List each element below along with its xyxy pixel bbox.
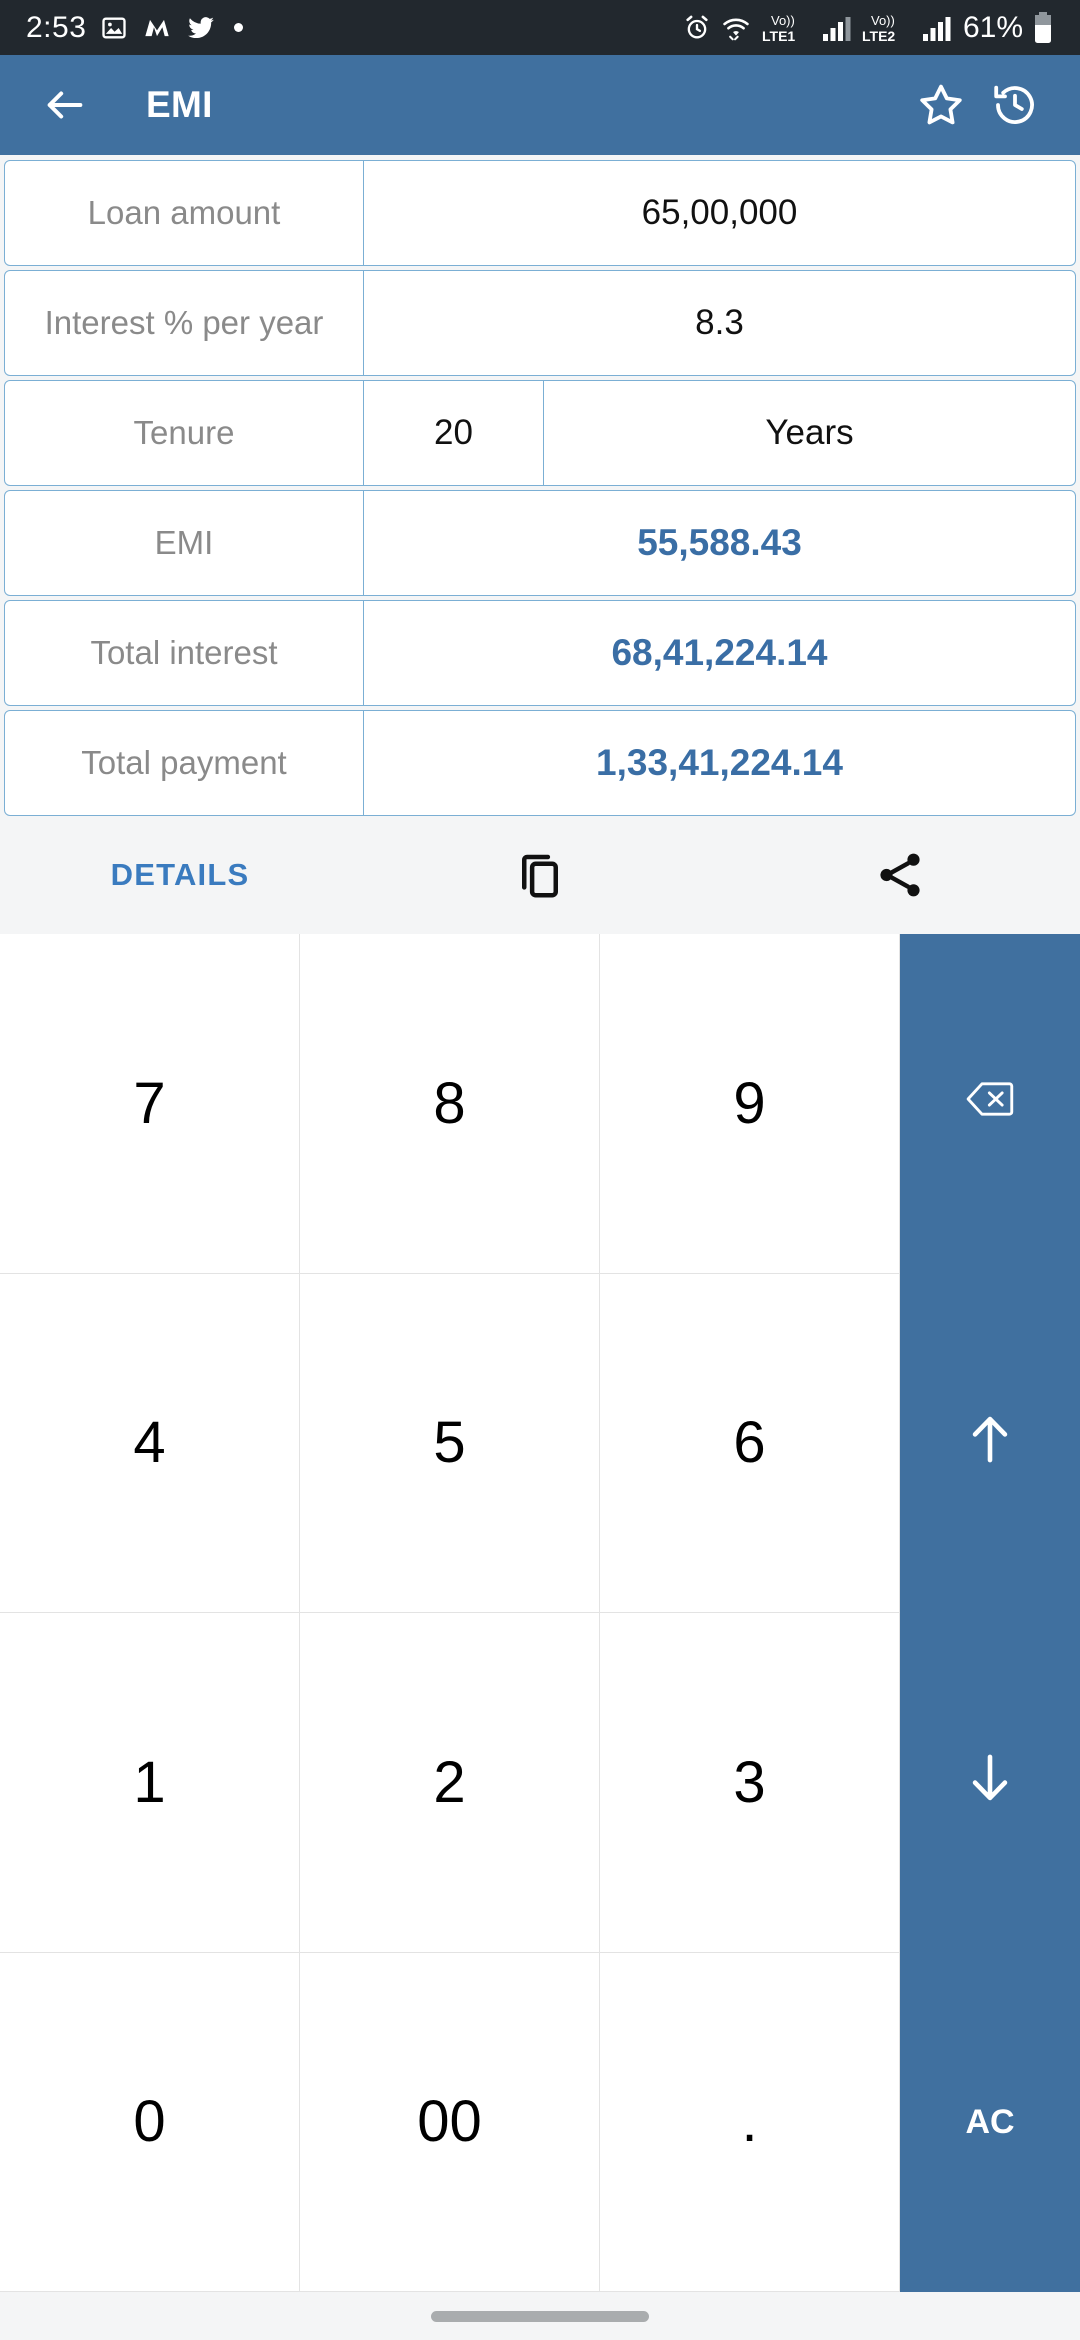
field-label: Interest % per year: [44, 304, 324, 341]
field-value-interest-rate[interactable]: 8.3: [363, 271, 1075, 375]
system-nav-bar: [0, 2292, 1080, 2340]
status-bar-left: 2:53: [26, 10, 244, 45]
status-bar-right: Vo)) LTE1 Vo)) LTE2 61%: [683, 11, 1054, 45]
field-row-loan-amount[interactable]: Loan amount 65,00,000: [4, 160, 1076, 266]
arrow-up-key[interactable]: [900, 1274, 1080, 1614]
key-0[interactable]: 0: [0, 1952, 300, 2292]
key-00[interactable]: 00: [300, 1952, 600, 2292]
action-bar: DETAILS: [0, 816, 1080, 934]
key-5[interactable]: 5: [300, 1273, 600, 1613]
field-label: Total payment: [81, 744, 287, 781]
field-unit-tenure[interactable]: Years: [543, 381, 1075, 485]
copy-icon[interactable]: [360, 848, 720, 902]
page-title: EMI: [146, 84, 213, 125]
field-label: Tenure: [133, 414, 235, 451]
app-bar: EMI: [0, 55, 1080, 155]
twitter-icon: [186, 14, 216, 42]
history-icon[interactable]: [978, 68, 1052, 142]
field-row-tenure[interactable]: Tenure 20 Years: [4, 380, 1076, 486]
details-button[interactable]: DETAILS: [0, 857, 360, 893]
star-icon[interactable]: [904, 68, 978, 142]
field-label: EMI: [154, 524, 214, 561]
svg-text:Vo)): Vo)): [771, 13, 795, 28]
svg-text:LTE1: LTE1: [762, 28, 795, 44]
key-4[interactable]: 4: [0, 1273, 300, 1613]
field-row-total-interest: Total interest 68,41,224.14: [4, 600, 1076, 706]
wifi-icon: [720, 14, 752, 42]
backspace-icon: [966, 1079, 1014, 1128]
key-7[interactable]: 7: [0, 934, 300, 1274]
key-1[interactable]: 1: [0, 1613, 300, 1953]
backspace-key[interactable]: [900, 934, 1080, 1274]
arrow-down-key[interactable]: [900, 1613, 1080, 1953]
key-6[interactable]: 6: [600, 1273, 900, 1613]
field-value-total-payment: 1,33,41,224.14: [363, 711, 1075, 815]
key-8[interactable]: 8: [300, 934, 600, 1274]
keypad: 7 8 9 4 5 6 1 2 3 0 00 . AC: [0, 934, 1080, 2292]
field-row-interest-rate[interactable]: Interest % per year 8.3: [4, 270, 1076, 376]
field-value-loan-amount[interactable]: 65,00,000: [363, 161, 1075, 265]
all-clear-key[interactable]: AC: [900, 1953, 1080, 2293]
field-row-total-payment: Total payment 1,33,41,224.14: [4, 710, 1076, 816]
keypad-side-column: AC: [900, 934, 1080, 2292]
share-icon[interactable]: [720, 848, 1080, 902]
alarm-icon: [683, 14, 711, 42]
key-2[interactable]: 2: [300, 1613, 600, 1953]
app-root: 2:53 Vo)) LTE1 Vo)) LTE2 61% EMI Loan am…: [0, 0, 1080, 2340]
key-9[interactable]: 9: [600, 934, 900, 1274]
keypad-numbers: 7 8 9 4 5 6 1 2 3 0 00 .: [0, 934, 900, 2292]
arrow-down-icon: [967, 1752, 1013, 1813]
volte2-icon: Vo)) LTE2: [861, 11, 913, 45]
signal2-icon: [922, 14, 952, 42]
status-time: 2:53: [26, 10, 87, 44]
gallery-icon: [100, 14, 128, 42]
fields-list: Loan amount 65,00,000 Interest % per yea…: [0, 155, 1080, 816]
back-arrow-icon[interactable]: [28, 68, 102, 142]
field-row-emi: EMI 55,588.43: [4, 490, 1076, 596]
field-value-total-interest: 68,41,224.14: [363, 601, 1075, 705]
status-bar: 2:53 Vo)) LTE1 Vo)) LTE2 61%: [0, 0, 1080, 55]
key-decimal[interactable]: .: [600, 1952, 900, 2292]
arrow-up-icon: [967, 1413, 1013, 1474]
field-value-emi: 55,588.43: [363, 491, 1075, 595]
signal1-icon: [822, 14, 852, 42]
dot-icon: [234, 23, 244, 32]
svg-text:Vo)): Vo)): [871, 13, 895, 28]
key-3[interactable]: 3: [600, 1613, 900, 1953]
field-label: Loan amount: [87, 194, 281, 231]
svg-text:LTE2: LTE2: [862, 28, 895, 44]
field-value-tenure[interactable]: 20: [363, 381, 543, 485]
field-label: Total interest: [90, 634, 278, 671]
home-indicator[interactable]: [431, 2310, 649, 2322]
battery-percent: 61%: [962, 10, 1023, 44]
m-app-icon: [142, 14, 172, 42]
battery-icon: [1032, 11, 1054, 45]
volte1-icon: Vo)) LTE1: [761, 11, 813, 45]
